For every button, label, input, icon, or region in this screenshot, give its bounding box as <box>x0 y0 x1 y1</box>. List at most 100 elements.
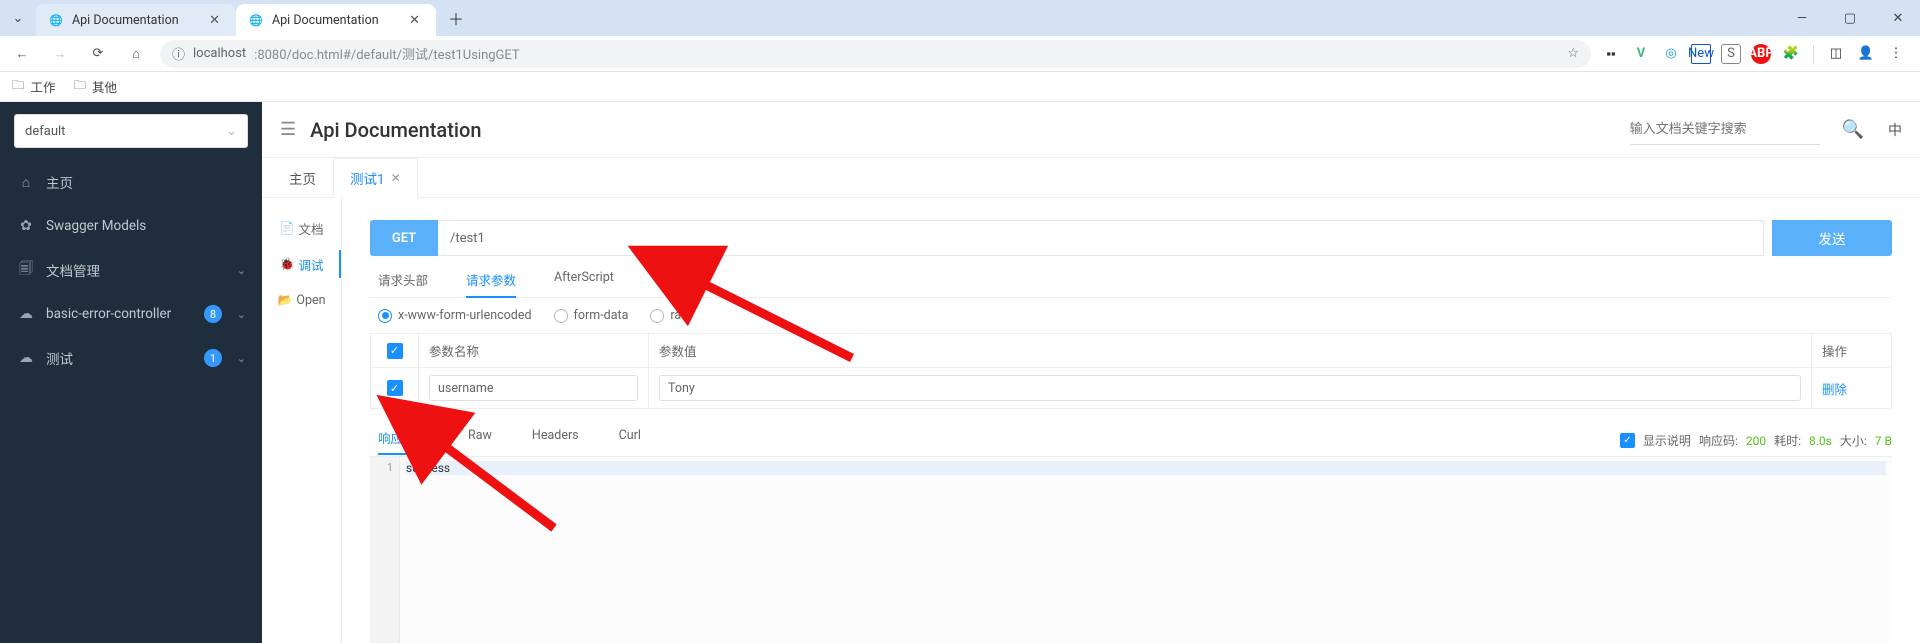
line-number: 1 <box>370 461 393 474</box>
address-bar: ← → ⟳ ⌂ ⓘ localhost:8080/doc.html#/defau… <box>0 36 1920 72</box>
count-badge: 8 <box>204 305 222 323</box>
api-group-select[interactable]: default ⌄ <box>14 114 248 148</box>
cloud-icon: ☁ <box>18 350 34 366</box>
resptab-headers[interactable]: Headers <box>532 428 579 454</box>
vtab-label: Open <box>296 293 325 308</box>
reqtab-headers[interactable]: 请求头部 <box>378 270 428 297</box>
chevron-down-icon: ⌄ <box>237 264 246 277</box>
chevron-down-icon: ⌄ <box>237 352 246 365</box>
param-value-input[interactable] <box>659 375 1801 401</box>
reload-icon[interactable]: ⟳ <box>84 40 112 68</box>
open-icon: 📂 <box>277 293 292 307</box>
forward-icon[interactable]: → <box>46 40 74 68</box>
site-info-icon[interactable]: ⓘ <box>172 44 185 63</box>
extension-s-icon[interactable]: S <box>1721 44 1741 64</box>
tab-test1[interactable]: 测试1 ✕ <box>333 158 418 198</box>
bookmark-label: 其他 <box>92 77 117 96</box>
vtab-open[interactable]: 📂 Open <box>262 282 341 318</box>
time-label: 耗时: <box>1774 432 1801 449</box>
bookmarks-bar: 🗀工作 🗀 其他 <box>0 72 1920 102</box>
code-label: 响应码: <box>1699 432 1738 449</box>
elapsed-time: 8.0s <box>1809 434 1832 448</box>
browser-tab-strip: ⌄ 🌐 Api Documentation ✕ 🌐 Api Documentat… <box>0 0 1920 36</box>
vtab-label: 调试 <box>298 255 323 274</box>
sidebar-item-label: 文档管理 <box>46 260 100 280</box>
delete-param-link[interactable]: 删除 <box>1822 383 1847 398</box>
sidebar-item-label: basic-error-controller <box>46 306 171 322</box>
http-method-badge: GET <box>370 220 438 256</box>
search-icon[interactable]: 🔍 <box>1842 119 1864 140</box>
vtab-doc[interactable]: 📄文档 <box>262 210 341 246</box>
params-table: ✓ 参数名称 参数值 操作 ✓ 删除 <box>370 333 1892 409</box>
line-gutter: 1 <box>370 457 400 643</box>
param-name-input[interactable] <box>429 375 638 401</box>
side-panel-icon[interactable]: ◫ <box>1826 44 1846 64</box>
sidebar-item-home[interactable]: ⌂ 主页 <box>0 160 262 204</box>
send-button[interactable]: 发送 <box>1772 220 1892 256</box>
tab-title: Api Documentation <box>72 13 197 28</box>
sidebar-item-swagger-models[interactable]: ✿ Swagger Models <box>0 204 262 248</box>
sidebar-item-label: 测试 <box>46 348 73 368</box>
vue-devtools-icon[interactable]: V <box>1631 44 1651 64</box>
col-ops: 操作 <box>1812 334 1892 368</box>
radio-label: form-data <box>574 308 629 323</box>
new-tab-button[interactable]: ＋ <box>442 4 470 32</box>
close-tab-icon[interactable]: ✕ <box>405 11 424 30</box>
collapse-sidebar-icon[interactable]: ☰ <box>280 119 296 140</box>
resptab-body[interactable]: 响应内容 <box>378 428 428 454</box>
reqtab-params[interactable]: 请求参数 <box>466 270 516 297</box>
folder-icon: 🗀 <box>12 76 25 97</box>
home-icon[interactable]: ⌂ <box>122 40 150 68</box>
debug-panel: GET /test1 发送 请求头部 请求参数 AfterScript x-ww… <box>342 198 1920 643</box>
more-menu-icon[interactable]: ⋮ <box>1886 44 1906 64</box>
tab-label: 主页 <box>289 168 316 188</box>
resptab-raw[interactable]: Raw <box>468 428 492 454</box>
url-field[interactable]: ⓘ localhost:8080/doc.html#/default/测试/te… <box>160 40 1591 68</box>
sidebar-item-basic-error-controller[interactable]: ☁ basic-error-controller 8 ⌄ <box>0 292 262 336</box>
param-row: ✓ 删除 <box>371 368 1892 409</box>
tab-home[interactable]: 主页 <box>272 158 333 197</box>
minimize-icon[interactable]: — <box>1788 11 1816 26</box>
browser-tab[interactable]: 🌐 Api Documentation ✕ <box>36 4 236 36</box>
chevron-down-icon: ⌄ <box>226 124 237 139</box>
resptab-curl[interactable]: Curl <box>619 428 641 454</box>
close-window-icon[interactable]: ✕ <box>1884 11 1912 26</box>
globe-icon: 🌐 <box>48 12 64 28</box>
radio-raw[interactable]: raw <box>650 308 690 323</box>
bookmark-folder[interactable]: 🗀工作 <box>12 76 56 97</box>
extensions-menu-icon[interactable]: 🧩 <box>1781 44 1801 64</box>
close-tab-icon[interactable]: ✕ <box>391 171 401 185</box>
folder-icon: 🗀 <box>74 76 87 97</box>
page-title: Api Documentation <box>310 118 481 142</box>
search-input[interactable] <box>1630 115 1820 145</box>
profile-icon[interactable]: 👤 <box>1856 44 1876 64</box>
abp-extension-icon[interactable]: ABP <box>1751 44 1771 64</box>
tab-title: Api Documentation <box>272 13 397 28</box>
lang-toggle[interactable]: 中 <box>1888 120 1902 140</box>
url-host: localhost <box>193 46 246 61</box>
extension-target-icon[interactable]: ◎ <box>1661 44 1681 64</box>
sidebar-item-doc-manage[interactable]: 🗐 文档管理 ⌄ <box>0 248 262 292</box>
request-subtabs: 请求头部 请求参数 AfterScript <box>370 264 1892 298</box>
bookmark-folder[interactable]: 🗀 其他 <box>74 76 118 97</box>
show-desc-checkbox[interactable]: ✓ <box>1620 433 1635 448</box>
col-param-name: 参数名称 <box>419 334 649 368</box>
select-all-checkbox[interactable]: ✓ <box>387 343 403 359</box>
extension-new-icon[interactable]: New <box>1691 44 1711 64</box>
sidebar-item-test[interactable]: ☁ 测试 1 ⌄ <box>0 336 262 380</box>
gear-icon: ✿ <box>18 218 34 234</box>
back-icon[interactable]: ← <box>8 40 36 68</box>
browser-tab[interactable]: 🌐 Api Documentation ✕ <box>236 4 436 36</box>
extension-icon[interactable]: ▪▪ <box>1601 44 1621 64</box>
reqtab-afterscript[interactable]: AfterScript <box>554 270 614 297</box>
close-tab-icon[interactable]: ✕ <box>205 11 224 30</box>
radio-label: x-www-form-urlencoded <box>398 308 532 323</box>
star-icon[interactable]: ☆ <box>1567 46 1579 61</box>
copy-icon: 🗐 <box>18 258 34 282</box>
tabs-menu-caret[interactable]: ⌄ <box>4 4 32 32</box>
radio-formdata[interactable]: form-data <box>554 308 629 323</box>
maximize-icon[interactable]: ▢ <box>1836 11 1864 26</box>
radio-urlencoded[interactable]: x-www-form-urlencoded <box>378 308 532 323</box>
vtab-debug[interactable]: 🐞调试 <box>262 246 341 282</box>
row-checkbox[interactable]: ✓ <box>387 380 403 396</box>
